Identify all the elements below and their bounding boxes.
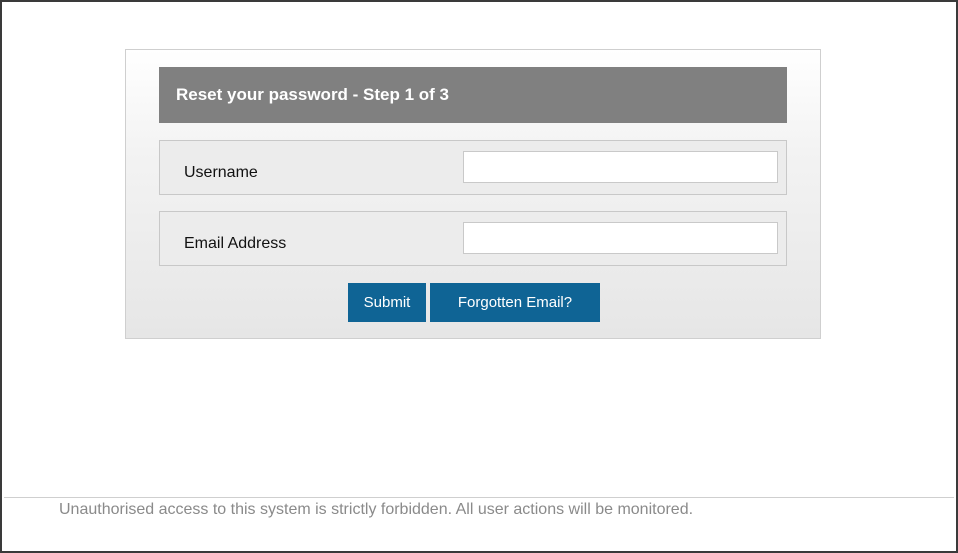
footer-divider [4, 497, 954, 498]
email-row: Email Address [159, 211, 787, 266]
email-label: Email Address [184, 235, 287, 252]
form-actions: Submit Forgotten Email? [348, 283, 600, 322]
username-row: Username [159, 140, 787, 195]
page-frame: Reset your password - Step 1 of 3 Userna… [0, 0, 958, 553]
username-input[interactable] [463, 151, 778, 183]
username-label: Username [184, 164, 258, 181]
reset-password-panel: Reset your password - Step 1 of 3 Userna… [125, 49, 821, 339]
panel-title: Reset your password - Step 1 of 3 [159, 67, 787, 123]
submit-button[interactable]: Submit [348, 283, 426, 322]
email-input[interactable] [463, 222, 778, 254]
footer-notice: Unauthorised access to this system is st… [59, 501, 694, 518]
forgotten-email-button[interactable]: Forgotten Email? [430, 283, 600, 322]
